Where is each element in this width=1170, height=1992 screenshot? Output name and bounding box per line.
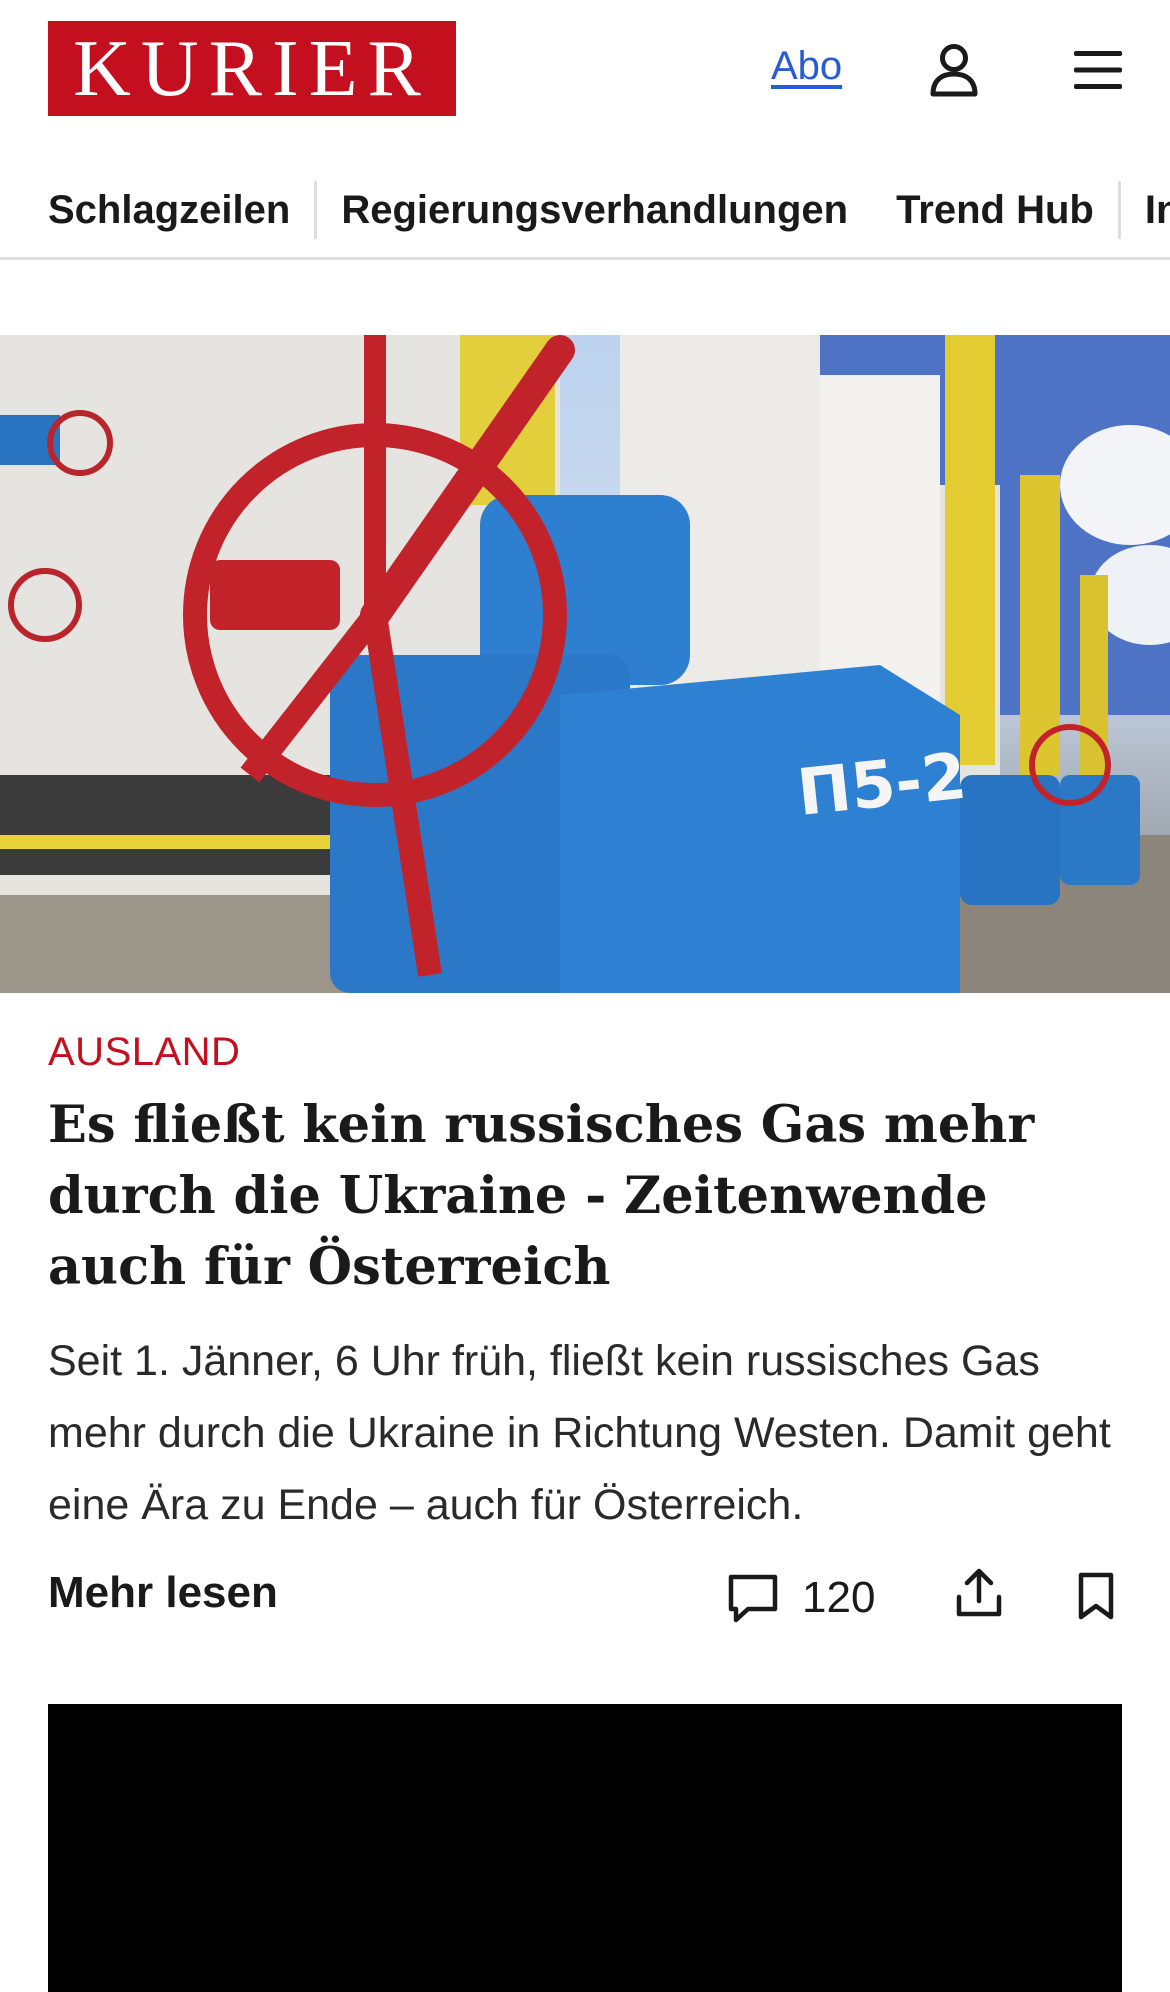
nav-item-truncated[interactable]: In bbox=[1121, 190, 1170, 230]
article-category[interactable]: AUSLAND bbox=[48, 1030, 240, 1075]
share-icon bbox=[956, 1568, 1002, 1617]
user-icon bbox=[930, 44, 978, 97]
nav-item-trend-hub[interactable]: Trend Hub bbox=[872, 190, 1118, 230]
comment-count: 120 bbox=[802, 1573, 876, 1622]
site-header: KURIER Abo bbox=[0, 0, 1170, 140]
bookmark-icon bbox=[1078, 1572, 1114, 1620]
kurier-logo[interactable]: KURIER bbox=[48, 21, 456, 116]
nav-item-regierungsverhandlungen[interactable]: Regierungsverhandlungen bbox=[317, 190, 872, 230]
abo-link[interactable]: Abo bbox=[771, 44, 842, 89]
article-headline[interactable]: Es fließt kein russisches Gas mehr durch… bbox=[48, 1090, 1128, 1303]
comment-icon bbox=[728, 1574, 778, 1623]
user-account-button[interactable] bbox=[922, 38, 986, 102]
article-hero-image[interactable]: П5-2 bbox=[0, 335, 1170, 993]
bookmark-button[interactable] bbox=[1066, 1566, 1126, 1626]
menu-button[interactable] bbox=[1066, 38, 1130, 102]
share-button[interactable] bbox=[948, 1562, 1010, 1624]
pipeline-illustration: П5-2 bbox=[0, 335, 1170, 993]
hamburger-menu-icon bbox=[1074, 51, 1122, 89]
section-nav: Schlagzeilen Regierungsverhandlungen Tre… bbox=[0, 160, 1170, 260]
comments-button[interactable]: 120 bbox=[726, 1566, 875, 1630]
article-teaser: Seit 1. Jänner, 6 Uhr früh, fließt kein … bbox=[48, 1337, 1111, 1529]
read-more-link[interactable]: Mehr lesen bbox=[48, 1568, 278, 1618]
video-player[interactable] bbox=[48, 1704, 1122, 1992]
nav-item-schlagzeilen[interactable]: Schlagzeilen bbox=[48, 190, 314, 230]
